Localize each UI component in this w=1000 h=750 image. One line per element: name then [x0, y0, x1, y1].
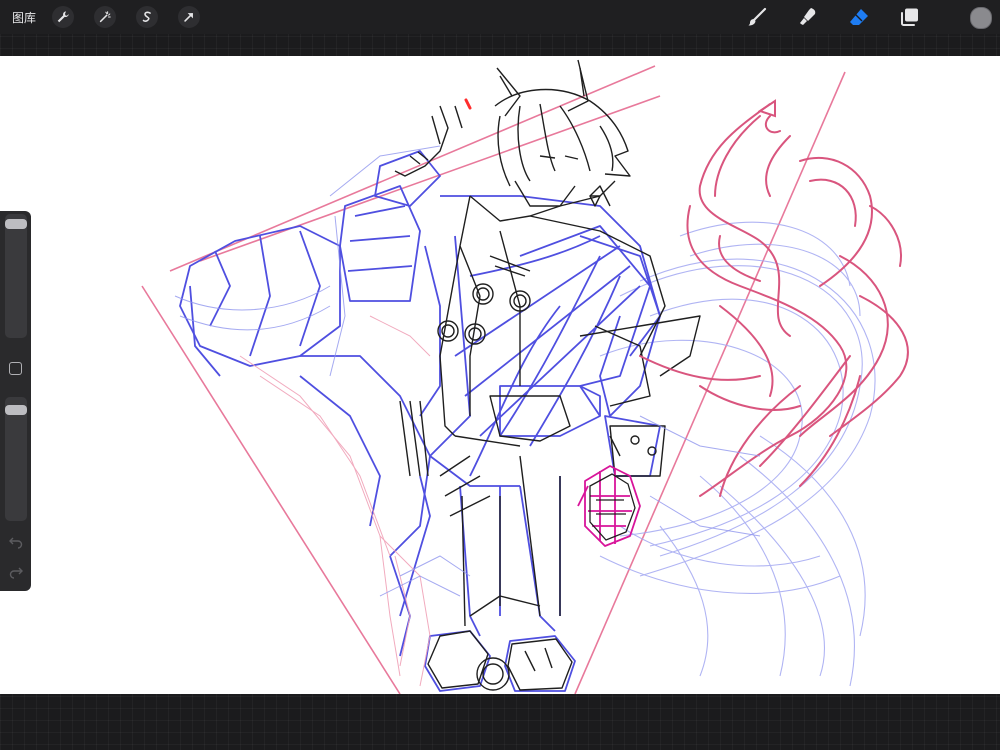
- redo-icon: [9, 567, 23, 579]
- red-accent-mark: [464, 98, 472, 110]
- actions-button[interactable]: [52, 6, 75, 28]
- modify-button[interactable]: [9, 362, 22, 375]
- magenta-fist-strokes: [577, 465, 641, 547]
- gallery-button[interactable]: 图库: [12, 9, 36, 26]
- undo-button[interactable]: [8, 535, 24, 549]
- fist-ink: [589, 473, 636, 541]
- smudge-icon: [800, 8, 816, 25]
- toolbar-left-group: 图库: [12, 0, 220, 34]
- brush-opacity-thumb[interactable]: [5, 404, 27, 415]
- blue-rough-strokes: [179, 150, 661, 692]
- pink-rough-strokes: [239, 315, 431, 687]
- brush-tool-button[interactable]: [746, 6, 768, 28]
- transform-arrow-icon: [184, 13, 193, 22]
- pink-tail-strokes: [639, 99, 909, 497]
- transform-button[interactable]: [178, 6, 201, 28]
- brush-size-slider[interactable]: [5, 214, 27, 338]
- sketch-artwork: [141, 59, 909, 694]
- brush-icon: [748, 7, 767, 26]
- brush-size-thumb[interactable]: [5, 219, 27, 230]
- magic-wand-icon: [99, 11, 111, 23]
- smudge-tool-button[interactable]: [797, 6, 819, 28]
- eraser-icon: [850, 9, 868, 25]
- eraser-tool-button[interactable]: [848, 6, 870, 28]
- layers-icon: [901, 8, 918, 26]
- wrench-icon: [57, 11, 69, 23]
- procreate-app: 图库: [0, 0, 1000, 750]
- layers-button[interactable]: [899, 6, 921, 28]
- brush-opacity-slider[interactable]: [5, 397, 27, 521]
- color-picker-button[interactable]: [970, 7, 992, 29]
- selection-button[interactable]: [136, 6, 159, 28]
- drawing-canvas[interactable]: [0, 56, 1000, 694]
- adjustments-button[interactable]: [94, 6, 117, 28]
- selection-icon: [142, 11, 151, 22]
- undo-icon: [9, 537, 23, 549]
- left-sidebar: [0, 211, 31, 591]
- ink-lineart: [394, 59, 701, 691]
- toolbar-right-group: [740, 0, 1000, 34]
- redo-button[interactable]: [8, 565, 24, 579]
- top-toolbar: 图库: [0, 0, 1000, 34]
